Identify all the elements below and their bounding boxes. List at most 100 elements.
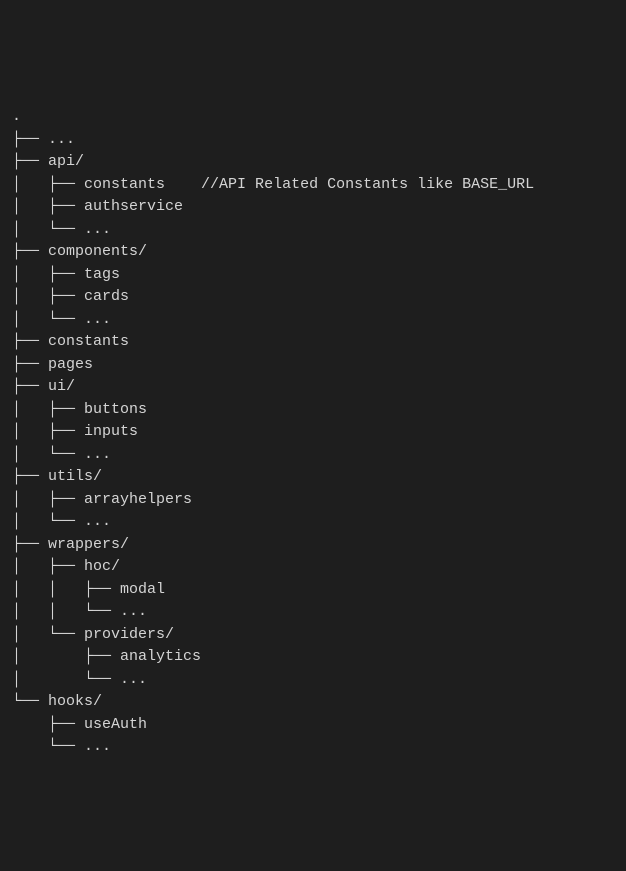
tree-item-name: components/ [48, 243, 147, 260]
tree-branch: ├── [12, 356, 48, 373]
tree-branch: ├── [84, 648, 120, 665]
tree-pipes [12, 738, 48, 755]
tree-line: ├── pages [12, 354, 614, 377]
tree-item-name: buttons [84, 401, 147, 418]
tree-branch: ├── [48, 558, 84, 575]
tree-line: │ └── ... [12, 444, 614, 467]
tree-body: ├── ...├── api/│ ├── constants //API Rel… [12, 129, 614, 759]
tree-line: ├── constants [12, 331, 614, 354]
tree-item-name: hoc/ [84, 558, 120, 575]
tree-line: │ │ └── ... [12, 601, 614, 624]
tree-line: │ └── ... [12, 309, 614, 332]
tree-pipes: │ [12, 198, 48, 215]
tree-branch: ├── [12, 131, 48, 148]
tree-item-name: hooks/ [48, 693, 102, 710]
tree-line: │ ├── buttons [12, 399, 614, 422]
tree-branch: ├── [12, 153, 48, 170]
tree-item-name: ... [120, 603, 147, 620]
tree-branch: ├── [48, 716, 84, 733]
tree-branch: └── [48, 738, 84, 755]
tree-branch: ├── [48, 491, 84, 508]
tree-item-name: ... [84, 311, 111, 328]
directory-tree: .├── ...├── api/│ ├── constants //API Re… [12, 106, 614, 759]
tree-item-name: cards [84, 288, 129, 305]
tree-pipes: │ [12, 446, 48, 463]
tree-pipes: │ [12, 176, 48, 193]
tree-pipes: │ [12, 423, 48, 440]
tree-item-name: providers/ [84, 626, 174, 643]
tree-branch: ├── [12, 468, 48, 485]
tree-pipes: │ │ [12, 603, 84, 620]
tree-item-name: api/ [48, 153, 84, 170]
tree-branch: ├── [48, 198, 84, 215]
tree-line: │ ├── inputs [12, 421, 614, 444]
tree-pipes: │ [12, 221, 48, 238]
tree-branch: ├── [48, 423, 84, 440]
tree-line: │ └── providers/ [12, 624, 614, 647]
tree-item-name: constants [84, 176, 165, 193]
tree-line: ├── utils/ [12, 466, 614, 489]
tree-pipes: │ [12, 648, 84, 665]
tree-line: │ └── ... [12, 219, 614, 242]
tree-root: . [12, 106, 614, 129]
tree-line: │ ├── arrayhelpers [12, 489, 614, 512]
tree-pipes [12, 716, 48, 733]
tree-item-name: utils/ [48, 468, 102, 485]
tree-branch: ├── [12, 333, 48, 350]
tree-item-name: useAuth [84, 716, 147, 733]
tree-line: ├── api/ [12, 151, 614, 174]
tree-branch: ├── [12, 536, 48, 553]
tree-item-name: constants [48, 333, 129, 350]
tree-item-name: ... [84, 221, 111, 238]
tree-pipes: │ [12, 401, 48, 418]
tree-item-name: ... [84, 738, 111, 755]
tree-pipes: │ │ [12, 581, 84, 598]
tree-item-name: analytics [120, 648, 201, 665]
tree-line: │ ├── constants //API Related Constants … [12, 174, 614, 197]
tree-pipes: │ [12, 513, 48, 530]
tree-branch: └── [84, 603, 120, 620]
tree-pipes: │ [12, 671, 84, 688]
tree-item-name: wrappers/ [48, 536, 129, 553]
tree-item-name: ... [120, 671, 147, 688]
tree-line: │ ├── hoc/ [12, 556, 614, 579]
tree-branch: └── [48, 626, 84, 643]
tree-branch: ├── [84, 581, 120, 598]
tree-item-name: ... [84, 446, 111, 463]
tree-line: └── ... [12, 736, 614, 759]
tree-branch: └── [84, 671, 120, 688]
tree-branch: ├── [48, 266, 84, 283]
tree-line: ├── wrappers/ [12, 534, 614, 557]
tree-branch: ├── [12, 378, 48, 395]
tree-line: ├── useAuth [12, 714, 614, 737]
tree-branch: ├── [48, 288, 84, 305]
tree-branch: └── [48, 513, 84, 530]
tree-pipes: │ [12, 288, 48, 305]
tree-branch: └── [12, 693, 48, 710]
tree-line: │ └── ... [12, 511, 614, 534]
tree-line: │ ├── tags [12, 264, 614, 287]
tree-branch: ├── [48, 176, 84, 193]
tree-line: │ ├── analytics [12, 646, 614, 669]
tree-branch: └── [48, 311, 84, 328]
tree-item-name: ... [48, 131, 75, 148]
tree-item-name: modal [120, 581, 165, 598]
tree-line: └── hooks/ [12, 691, 614, 714]
tree-branch: ├── [12, 243, 48, 260]
tree-line: ├── components/ [12, 241, 614, 264]
tree-branch: └── [48, 446, 84, 463]
tree-branch: └── [48, 221, 84, 238]
tree-item-name: authservice [84, 198, 183, 215]
tree-line: ├── ui/ [12, 376, 614, 399]
tree-line: │ │ ├── modal [12, 579, 614, 602]
tree-item-name: pages [48, 356, 93, 373]
tree-item-name: arrayhelpers [84, 491, 192, 508]
tree-pipes: │ [12, 558, 48, 575]
tree-pipes: │ [12, 491, 48, 508]
tree-item-name: tags [84, 266, 120, 283]
tree-item-name: inputs [84, 423, 138, 440]
root-label: . [12, 108, 21, 125]
tree-item-name: ... [84, 513, 111, 530]
tree-pipes: │ [12, 311, 48, 328]
tree-item-name: ui/ [48, 378, 75, 395]
